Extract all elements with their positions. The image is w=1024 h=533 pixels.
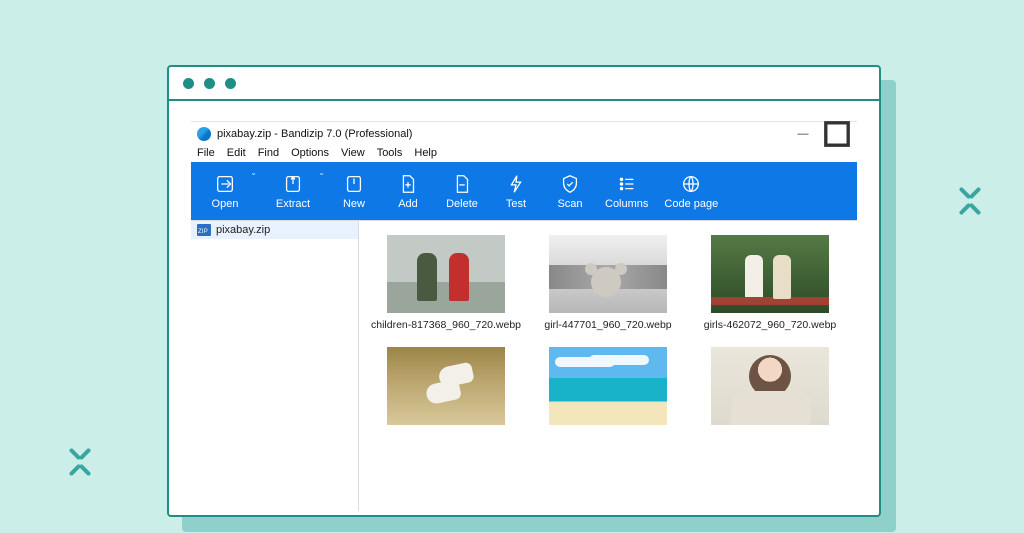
- globe-icon: [680, 173, 702, 195]
- columns-icon: [616, 173, 638, 195]
- menu-options[interactable]: Options: [291, 147, 329, 159]
- file-thumbnail: [711, 347, 829, 425]
- content-area: pixabay.zip children-817368_960_720.webp…: [191, 220, 857, 511]
- menubar: File Edit Find Options View Tools Help: [191, 146, 857, 162]
- toolbar: ⌄ Open ⌄ Extract New Add: [191, 162, 857, 220]
- toolbar-label: Columns: [605, 198, 648, 210]
- traffic-dot: [183, 78, 194, 89]
- minimize-button[interactable]: —: [789, 122, 817, 146]
- toolbar-delete[interactable]: Delete: [435, 162, 489, 220]
- file-thumbnail: [549, 235, 667, 313]
- toolbar-columns[interactable]: Columns: [597, 162, 656, 220]
- file-item[interactable]: girl-447701_960_720.webp: [539, 235, 677, 331]
- menu-file[interactable]: File: [197, 147, 215, 159]
- toolbar-label: Extract: [276, 198, 310, 210]
- toolbar-test[interactable]: Test: [489, 162, 543, 220]
- app-window: pixabay.zip - Bandizip 7.0 (Professional…: [191, 121, 857, 515]
- toolbar-label: New: [343, 198, 365, 210]
- file-item[interactable]: girls-462072_960_720.webp: [701, 235, 839, 331]
- menu-help[interactable]: Help: [414, 147, 437, 159]
- traffic-dot: [204, 78, 215, 89]
- toolbar-extract[interactable]: ⌄ Extract: [259, 162, 327, 220]
- tree-panel[interactable]: pixabay.zip: [191, 220, 359, 511]
- open-icon: [214, 173, 236, 195]
- app-titlebar[interactable]: pixabay.zip - Bandizip 7.0 (Professional…: [191, 122, 857, 146]
- browser-frame: pixabay.zip - Bandizip 7.0 (Professional…: [167, 65, 881, 517]
- zip-icon: [197, 224, 211, 236]
- traffic-dot: [225, 78, 236, 89]
- scan-icon: [559, 173, 581, 195]
- file-thumbnail: [387, 235, 505, 313]
- toolbar-label: Add: [398, 198, 418, 210]
- toolbar-scan[interactable]: Scan: [543, 162, 597, 220]
- file-name: children-817368_960_720.webp: [371, 319, 521, 331]
- menu-view[interactable]: View: [341, 147, 365, 159]
- sparkle-icon: [64, 446, 96, 478]
- file-item[interactable]: [539, 347, 677, 431]
- sparkle-icon: [954, 185, 986, 217]
- toolbar-label: Test: [506, 198, 526, 210]
- menu-tools[interactable]: Tools: [377, 147, 403, 159]
- file-grid[interactable]: children-817368_960_720.webp girl-447701…: [359, 220, 857, 511]
- app-title: pixabay.zip - Bandizip 7.0 (Professional…: [217, 128, 412, 140]
- test-icon: [505, 173, 527, 195]
- toolbar-codepage[interactable]: Code page: [656, 162, 726, 220]
- file-thumbnail: [387, 347, 505, 425]
- toolbar-open[interactable]: ⌄ Open: [191, 162, 259, 220]
- tree-root-label: pixabay.zip: [216, 224, 270, 236]
- tree-root-item[interactable]: pixabay.zip: [191, 221, 358, 239]
- file-item[interactable]: [377, 347, 515, 431]
- extract-icon: [282, 173, 304, 195]
- menu-edit[interactable]: Edit: [227, 147, 246, 159]
- chevron-down-icon[interactable]: ⌄: [250, 168, 257, 177]
- app-icon: [197, 127, 211, 141]
- file-name: girls-462072_960_720.webp: [704, 319, 837, 331]
- chevron-down-icon[interactable]: ⌄: [318, 168, 325, 177]
- maximize-button[interactable]: [823, 122, 851, 146]
- toolbar-add[interactable]: Add: [381, 162, 435, 220]
- menu-find[interactable]: Find: [258, 147, 279, 159]
- toolbar-new[interactable]: New: [327, 162, 381, 220]
- toolbar-label: Scan: [557, 198, 582, 210]
- browser-titlebar: [169, 67, 879, 101]
- toolbar-label: Code page: [664, 198, 718, 210]
- file-item[interactable]: children-817368_960_720.webp: [377, 235, 515, 331]
- file-thumbnail: [711, 235, 829, 313]
- add-icon: [397, 173, 419, 195]
- file-thumbnail: [549, 347, 667, 425]
- toolbar-label: Delete: [446, 198, 478, 210]
- delete-icon: [451, 173, 473, 195]
- toolbar-label: Open: [212, 198, 239, 210]
- file-name: girl-447701_960_720.webp: [544, 319, 671, 331]
- file-item[interactable]: [701, 347, 839, 431]
- new-icon: [343, 173, 365, 195]
